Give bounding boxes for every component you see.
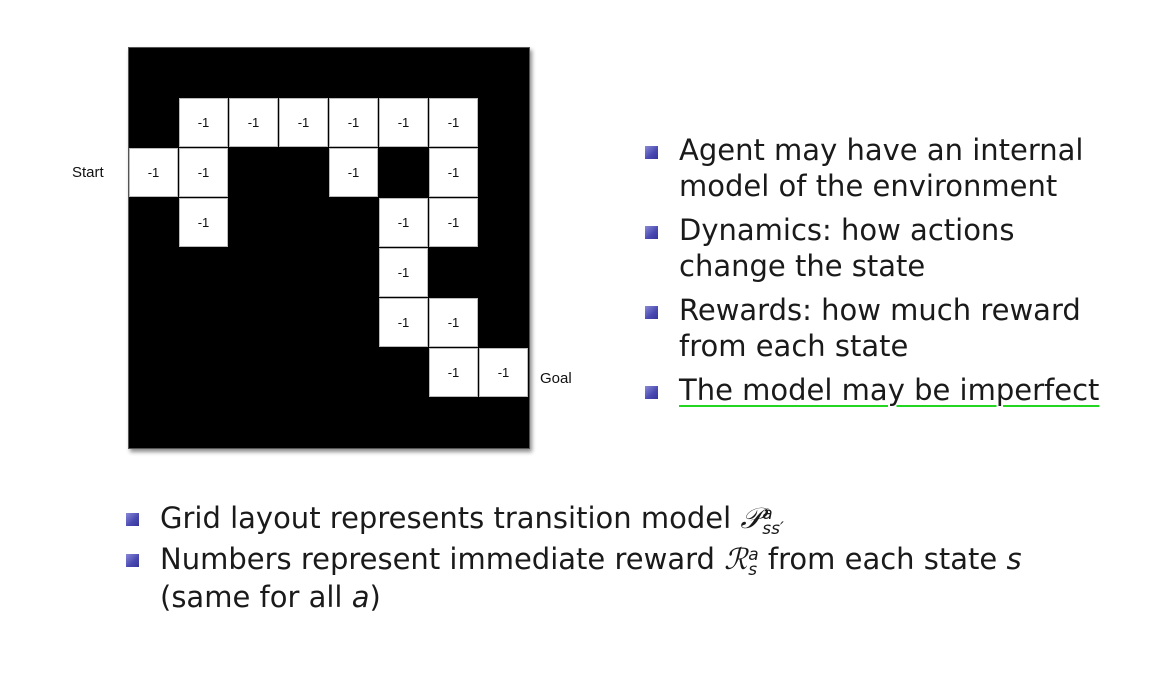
reward-symbol: ℛ: [724, 542, 748, 577]
goal-label: Goal: [540, 370, 572, 387]
bullet-item: Rewards: how much reward from each state: [645, 292, 1125, 364]
action-variable: a: [351, 579, 370, 614]
bullet-text: Rewards: how much reward from each state: [679, 293, 1081, 363]
bottom-bullet-list: Grid layout represents transition model …: [126, 500, 1126, 620]
bullet-item: Numbers represent immediate reward ℛas f…: [126, 541, 1126, 615]
bullet-square-icon: [645, 306, 658, 319]
maze-cell: -1: [179, 98, 228, 147]
maze-cell: -1: [229, 98, 278, 147]
bullet-square-icon: [645, 226, 658, 239]
maze-cell: -1: [279, 98, 328, 147]
maze-cell: -1: [479, 348, 528, 397]
bullet-square-icon: [645, 146, 658, 159]
bullet-text: (same for all: [160, 579, 352, 614]
maze-cell: -1: [329, 148, 378, 197]
maze-cell: -1: [379, 298, 428, 347]
transition-symbol: 𝒫: [740, 501, 762, 535]
bullet-item: The model may be imperfect: [645, 372, 1125, 408]
start-label: Start: [72, 164, 104, 181]
subscript: ss′: [762, 519, 784, 539]
maze-cell: -1: [429, 348, 478, 397]
bullet-item: Agent may have an internal model of the …: [645, 132, 1125, 204]
gridworld-figure: -1 -1 -1 -1 -1 -1 -1 -1 -1 -1 -1 -1 -1 -1 -1 -1 -1 -1: [128, 47, 530, 449]
bullet-square-icon: [126, 554, 139, 568]
bullet-text: Agent may have an internal model of the …: [679, 133, 1084, 203]
bullet-square-icon: [645, 386, 658, 399]
bullet-text: Dynamics: how actions change the state: [679, 213, 1015, 283]
maze-cell: -1: [129, 148, 178, 197]
maze-cell: -1: [429, 198, 478, 247]
maze-cell: -1: [429, 148, 478, 197]
maze-cell: -1: [179, 148, 228, 197]
transition-scripts: a ss′: [762, 505, 784, 539]
maze-cell: -1: [379, 98, 428, 147]
reward-scripts: as: [748, 546, 758, 581]
bullet-item: Dynamics: how actions change the state: [645, 212, 1125, 284]
maze-cell: -1: [379, 198, 428, 247]
bullet-text: from each state: [758, 542, 1007, 577]
subscript: s: [748, 560, 758, 581]
maze-cell: -1: [379, 248, 428, 297]
maze-cell: -1: [179, 198, 228, 247]
bullet-item: Grid layout represents transition model …: [126, 500, 1126, 539]
maze-cell: -1: [329, 98, 378, 147]
bullet-text-underlined: The model may be imperfect: [679, 373, 1100, 407]
bullet-text: Numbers represent immediate reward: [160, 542, 725, 577]
maze-cell: -1: [429, 98, 478, 147]
maze-cell: -1: [429, 298, 478, 347]
bullet-text: Grid layout represents transition model: [160, 501, 741, 535]
state-variable: s: [1006, 542, 1022, 577]
right-bullet-list: Agent may have an internal model of the …: [645, 132, 1125, 416]
bullet-text: ): [369, 579, 381, 614]
gridworld-maze: -1 -1 -1 -1 -1 -1 -1 -1 -1 -1 -1 -1 -1 -1 -1 -1 -1 -1: [128, 47, 530, 449]
bullet-square-icon: [126, 513, 139, 526]
